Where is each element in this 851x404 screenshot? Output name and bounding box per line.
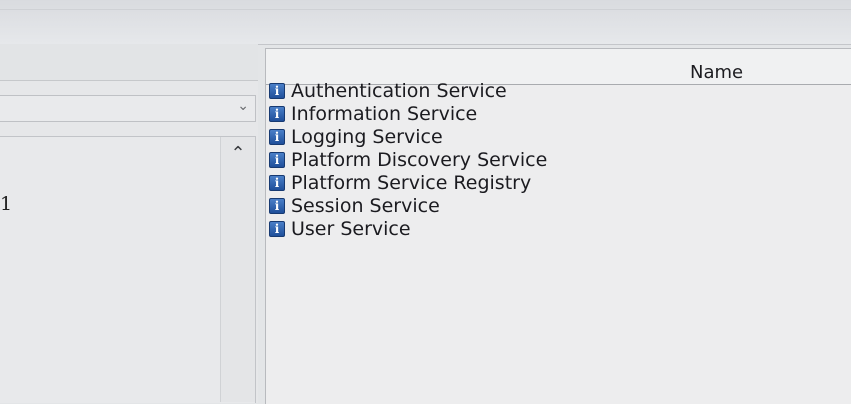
- filter-dropdown[interactable]: ⌄: [0, 95, 256, 122]
- info-icon: i: [269, 151, 285, 168]
- list-item[interactable]: i User Service: [269, 217, 547, 240]
- services-list: i Authentication Service i Information Serv…: [269, 79, 547, 240]
- left-panel: ⌄ 1 ⌃: [0, 44, 258, 403]
- list-item[interactable]: i Logging Service: [269, 125, 547, 148]
- toolbar-divider: [0, 9, 851, 10]
- info-icon: i: [269, 197, 285, 214]
- top-toolbar-area: [0, 0, 851, 45]
- info-icon: i: [269, 174, 285, 191]
- list-item-label: Authentication Service: [291, 79, 507, 102]
- list-item[interactable]: i Information Service: [269, 102, 547, 125]
- info-icon: i: [269, 220, 285, 237]
- list-item[interactable]: i Authentication Service: [269, 79, 547, 102]
- column-header-label: Name: [690, 62, 744, 83]
- left-panel-header: [0, 44, 258, 81]
- info-icon: i: [269, 82, 285, 99]
- list-item[interactable]: 1: [0, 193, 12, 215]
- list-item-label: Session Service: [291, 194, 440, 217]
- left-list[interactable]: 1 ⌃: [0, 136, 256, 403]
- info-icon: i: [269, 105, 285, 122]
- services-list-view[interactable]: Name i Authentication Service i Information…: [265, 48, 851, 404]
- list-item-label: Logging Service: [291, 125, 443, 148]
- list-item[interactable]: i Session Service: [269, 194, 547, 217]
- vertical-scrollbar[interactable]: ⌃: [220, 137, 255, 402]
- list-item-label: Information Service: [291, 102, 478, 125]
- list-item-label: Platform Service Registry: [291, 171, 532, 194]
- info-icon: i: [269, 128, 285, 145]
- list-item-label: User Service: [291, 217, 411, 240]
- list-item[interactable]: i Platform Discovery Service: [269, 148, 547, 171]
- list-item-label: Platform Discovery Service: [291, 148, 548, 171]
- chevron-up-icon[interactable]: ⌃: [221, 143, 255, 164]
- list-item[interactable]: i Platform Service Registry: [269, 171, 547, 194]
- chevron-down-icon[interactable]: ⌄: [237, 98, 249, 114]
